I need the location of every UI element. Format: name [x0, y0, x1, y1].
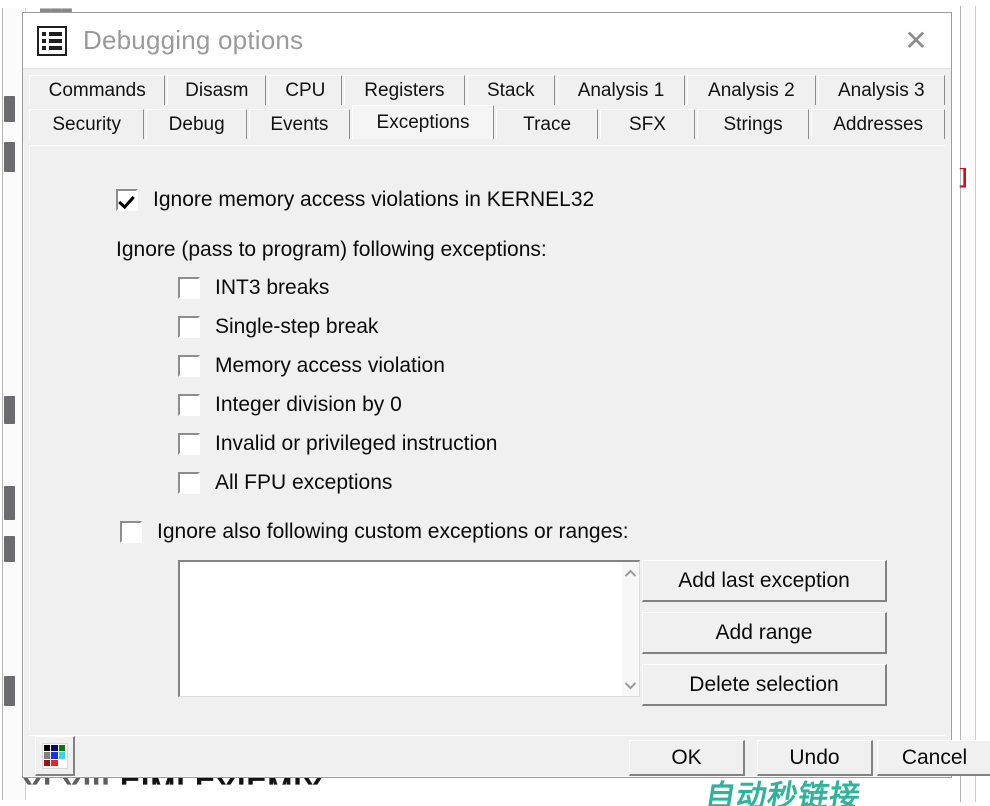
- checkbox-int3-breaks[interactable]: [178, 277, 200, 299]
- tab-row-2: Security Debug Events Exceptions Trace SFX Str…: [29, 105, 947, 139]
- tab-analysis-2[interactable]: Analysis 2: [687, 75, 816, 105]
- tab-commands[interactable]: Commands: [29, 75, 166, 105]
- checkbox-ignore-kernel32[interactable]: [116, 189, 138, 211]
- debugging-options-dialog: Debugging options ✕ Commands Disasm CPU Reg…: [22, 12, 990, 778]
- checkbox-row-integer-division-by-0[interactable]: Integer division by 0: [178, 393, 402, 417]
- tab-disasm[interactable]: Disasm: [167, 75, 267, 105]
- button-label: Add range: [715, 620, 813, 644]
- tab-stack[interactable]: Stack: [466, 75, 555, 105]
- close-icon[interactable]: ✕: [891, 21, 941, 61]
- button-label: Cancel: [901, 745, 968, 769]
- checkbox-memory-access-violation[interactable]: [178, 355, 200, 377]
- checkbox-integer-division-by-0[interactable]: [178, 394, 200, 416]
- button-label: Delete selection: [689, 672, 839, 696]
- dialog-footer: OK Undo Cancel: [29, 735, 990, 776]
- tab-strip: Commands Disasm CPU Registers Stack Analysis …: [23, 69, 951, 143]
- add-last-exception-button[interactable]: Add last exception: [642, 560, 887, 602]
- button-label: Add last exception: [678, 568, 850, 592]
- background-red-fragment: ]: [957, 168, 966, 190]
- listbox-scrollbar[interactable]: [622, 562, 639, 696]
- checkbox-row-all-fpu-exceptions[interactable]: All FPU exceptions: [178, 471, 392, 495]
- tab-row-1: Commands Disasm CPU Registers Stack Analysis …: [29, 71, 947, 105]
- checkbox-invalid-or-privileged-instruction[interactable]: [178, 433, 200, 455]
- button-label: OK: [671, 745, 702, 769]
- window-title: Debugging options: [83, 25, 304, 55]
- checkbox-label-custom-exceptions: Ignore also following custom exceptions …: [157, 520, 629, 543]
- tab-strings[interactable]: Strings: [696, 109, 810, 139]
- tab-events[interactable]: Events: [249, 109, 350, 139]
- exceptions-panel: Ignore memory access violations in KERNE…: [29, 145, 945, 731]
- background-right-panel: [960, 6, 976, 802]
- tab-exceptions[interactable]: Exceptions: [351, 105, 495, 139]
- tab-label: Events: [270, 113, 329, 135]
- tab-label: Commands: [48, 79, 146, 101]
- checkbox-label-all-fpu-exceptions: All FPU exceptions: [215, 471, 393, 494]
- list-view-icon: [37, 25, 67, 56]
- chevron-up-icon[interactable]: [622, 562, 639, 584]
- checkbox-all-fpu-exceptions[interactable]: [178, 472, 200, 494]
- checkbox-label-ignore-kernel32: Ignore memory access violations in KERNE…: [153, 188, 595, 211]
- palette-swatch: [43, 752, 51, 759]
- listbox-content[interactable]: [180, 562, 622, 696]
- checkbox-label-invalid-or-privileged-instruction: Invalid or privileged instruction: [215, 432, 498, 455]
- tab-cpu[interactable]: CPU: [268, 75, 343, 105]
- palette-swatch: [58, 759, 66, 767]
- checkbox-row-ignore-kernel32[interactable]: Ignore memory access violations in KERNE…: [116, 188, 594, 212]
- tab-label: Security: [52, 113, 121, 135]
- checkbox-label-integer-division-by-0: Integer division by 0: [215, 393, 402, 416]
- tab-label: Stack: [486, 79, 535, 101]
- tab-label: Debug: [168, 113, 225, 135]
- color-palette-button[interactable]: [35, 736, 75, 776]
- palette-swatch: [51, 752, 58, 759]
- palette-swatch: [51, 759, 58, 767]
- tab-label: Analysis 2: [708, 79, 795, 101]
- tab-label: Disasm: [185, 79, 249, 101]
- palette-swatch: [58, 752, 66, 759]
- background-top-fragment: ▄▄▄: [40, 0, 72, 12]
- palette-swatch: [43, 744, 51, 752]
- watermark: 自动秒链接: [702, 779, 864, 806]
- checkbox-row-custom-exceptions[interactable]: Ignore also following custom exceptions …: [120, 520, 629, 544]
- checkbox-label-memory-access-violation: Memory access violation: [215, 354, 445, 377]
- checkbox-row-int3-breaks[interactable]: INT3 breaks: [178, 276, 329, 300]
- tab-security[interactable]: Security: [29, 109, 145, 139]
- palette-swatch: [58, 744, 66, 752]
- tab-analysis-1[interactable]: Analysis 1: [556, 75, 686, 105]
- checkbox-row-memory-access-violation[interactable]: Memory access violation: [178, 354, 445, 378]
- tab-label: Trace: [523, 113, 572, 135]
- tab-label: CPU: [285, 79, 326, 101]
- tab-label: SFX: [628, 113, 666, 135]
- checkbox-label-single-step-break: Single-step break: [215, 315, 379, 338]
- tab-label: Analysis 3: [837, 79, 925, 101]
- button-label: Undo: [789, 745, 840, 769]
- tab-label: Analysis 1: [577, 79, 665, 101]
- tab-label: Strings: [723, 113, 783, 135]
- checkbox-label-int3-breaks: INT3 breaks: [215, 276, 330, 299]
- tab-debug[interactable]: Debug: [146, 109, 248, 139]
- tab-analysis-3[interactable]: Analysis 3: [817, 75, 945, 105]
- custom-exceptions-listbox[interactable]: [178, 560, 640, 697]
- checkbox-single-step-break[interactable]: [178, 316, 200, 338]
- background-left-marks: [4, 96, 17, 786]
- tab-addresses[interactable]: Addresses: [811, 109, 946, 139]
- cancel-button[interactable]: Cancel: [877, 740, 990, 776]
- tab-label: Exceptions: [376, 111, 470, 133]
- checkbox-row-single-step-break[interactable]: Single-step break: [178, 315, 378, 339]
- tab-label: Registers: [364, 79, 445, 101]
- title-bar: Debugging options ✕: [23, 13, 951, 69]
- tab-trace[interactable]: Trace: [496, 109, 598, 139]
- palette-swatch: [43, 759, 51, 767]
- checkbox-row-invalid-or-privileged-instruction[interactable]: Invalid or privileged instruction: [178, 432, 497, 456]
- screen: ] ▄▄▄ XI XIII EIMI EXIEMIX Debugging opt…: [0, 0, 990, 806]
- chevron-down-icon[interactable]: [622, 674, 639, 696]
- group-caption: Ignore (pass to program) following excep…: [116, 238, 547, 261]
- tab-label: Addresses: [833, 113, 924, 135]
- add-range-button[interactable]: Add range: [642, 612, 887, 654]
- checkbox-custom-exceptions[interactable]: [120, 521, 142, 543]
- tab-registers[interactable]: Registers: [344, 75, 465, 105]
- delete-selection-button[interactable]: Delete selection: [642, 664, 887, 706]
- tab-sfx[interactable]: SFX: [599, 109, 695, 139]
- color-palette-icon: [41, 742, 68, 769]
- palette-swatch: [51, 744, 58, 752]
